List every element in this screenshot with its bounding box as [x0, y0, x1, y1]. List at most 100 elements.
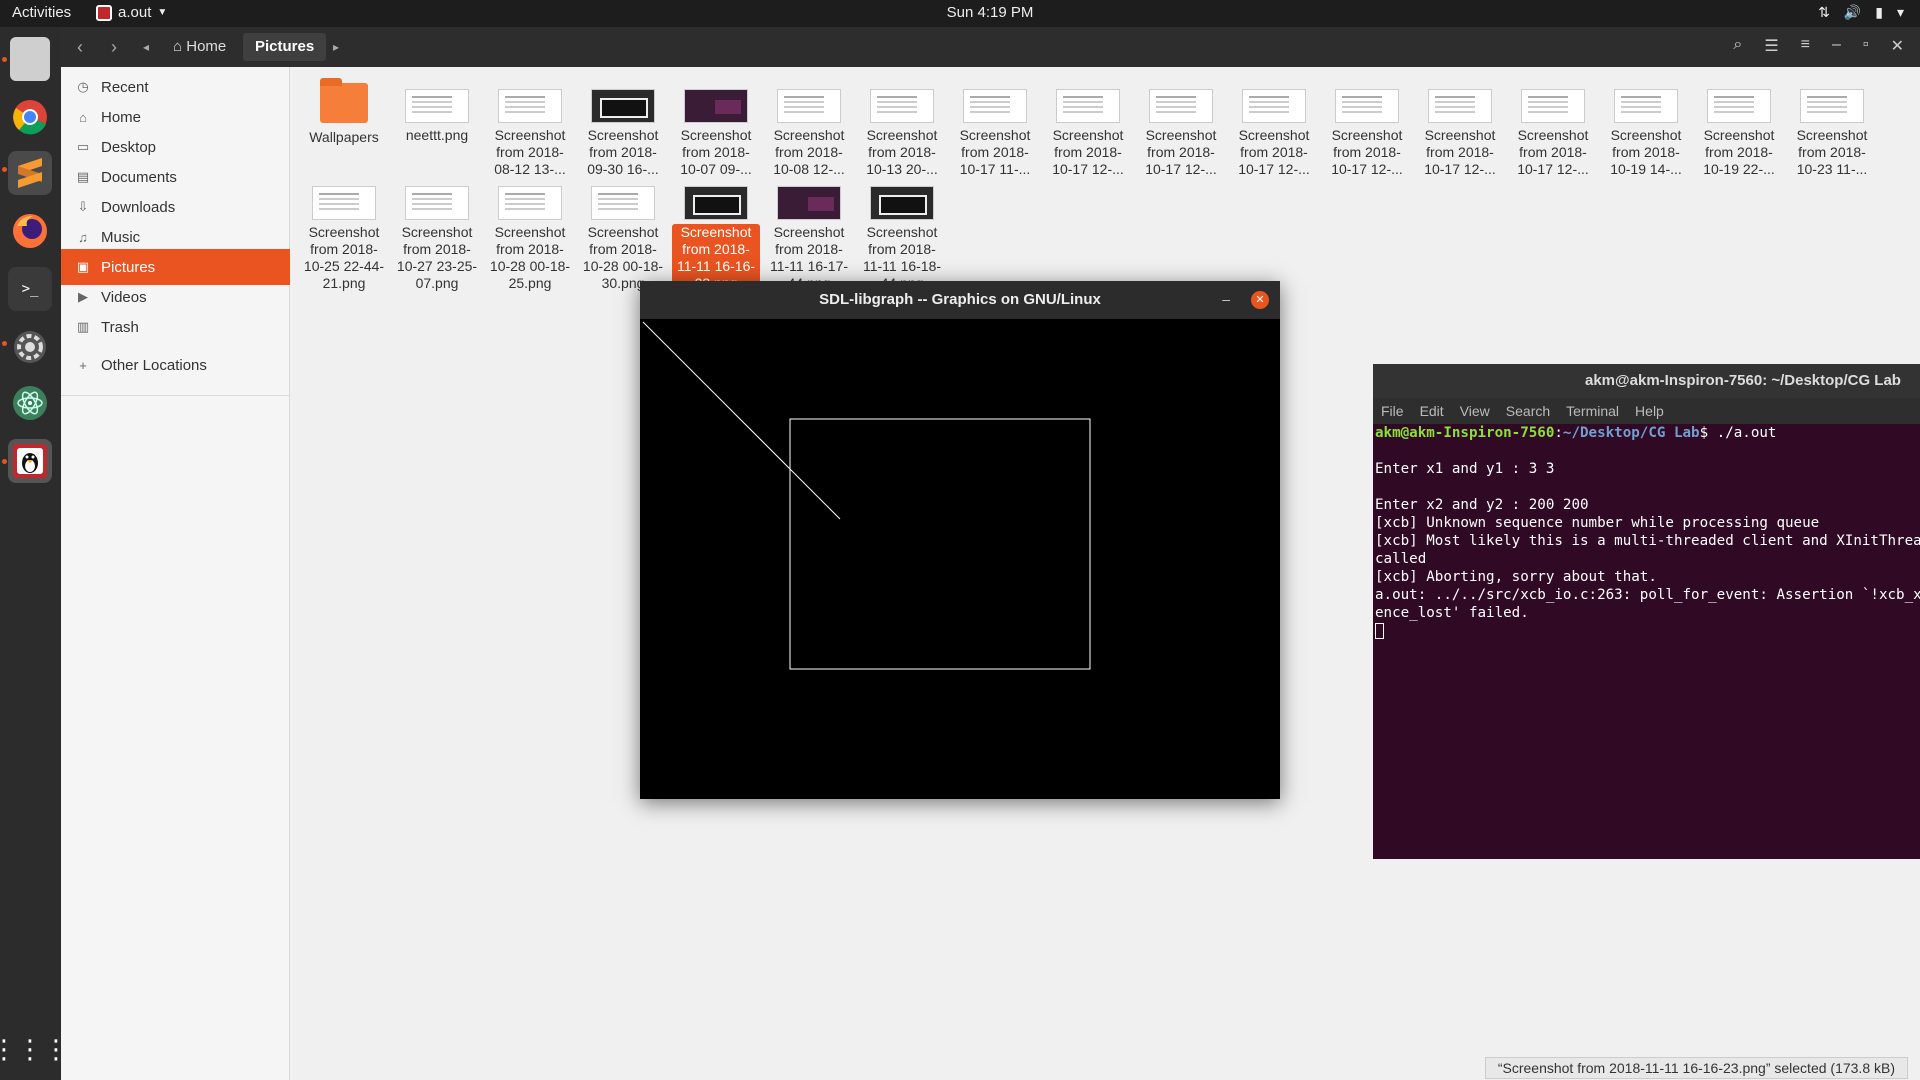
sidebar-item-trash[interactable]: ▥ Trash: [61, 309, 290, 345]
terminal-icon[interactable]: >_: [8, 267, 52, 311]
minimize-icon[interactable]: –: [1832, 36, 1841, 56]
files-app-icon[interactable]: [10, 37, 50, 81]
sidebar: ◷ Recent ⌂ Home ▭ Desktop ▤ Documents ⇩ Downloads…: [61, 67, 290, 1080]
battery-icon[interactable]: ▮: [1875, 4, 1883, 21]
image-thumbnail: [777, 89, 841, 123]
image-thumbnail: [498, 186, 562, 220]
clock[interactable]: Sun 4:19 PM: [0, 4, 1920, 21]
file-name: Screenshot from 2018-10-28 00-18-25.png: [489, 224, 571, 291]
documents-icon: ▤: [76, 169, 90, 184]
file-item[interactable]: Screenshot from 2018-10-17 12-...: [1509, 71, 1597, 178]
breadcrumb-right-icon[interactable]: ▸: [333, 40, 339, 54]
settings-icon[interactable]: [8, 325, 52, 369]
file-item[interactable]: Screenshot from 2018-11-11 16-16-23.png: [672, 168, 760, 292]
running-indicator: [2, 167, 7, 172]
terminal-menu-edit[interactable]: Edit: [1420, 403, 1444, 419]
file-item[interactable]: neettt.png: [393, 71, 481, 144]
file-item[interactable]: Screenshot from 2018-10-07 09-...: [672, 71, 760, 178]
file-item[interactable]: Screenshot from 2018-10-28 00-18-25.png: [486, 168, 574, 292]
firefox-icon[interactable]: [8, 209, 52, 253]
menu-icon[interactable]: ≡: [1801, 36, 1810, 56]
desktop-icon: ▭: [76, 139, 90, 154]
minimize-icon[interactable]: –: [1222, 291, 1230, 307]
system-tray[interactable]: ⇅ 🔊 ▮ ▾: [1818, 4, 1904, 21]
image-thumbnail: [498, 89, 562, 123]
file-item[interactable]: Screenshot from 2018-10-28 00-18-30.png: [579, 168, 667, 292]
image-thumbnail: [1707, 89, 1771, 123]
close-icon[interactable]: ✕: [1891, 36, 1904, 56]
terminal-output[interactable]: akm@akm-Inspiron-7560:~/Desktop/CG Lab$ …: [1375, 424, 1920, 640]
sidebar-item-label: Music: [101, 228, 141, 246]
file-name: Screenshot from 2018-10-23 11-...: [1796, 127, 1868, 177]
header-actions: ⌕ ☰ ≡ – ▫ ✕: [1733, 36, 1904, 56]
file-item[interactable]: Screenshot from 2018-10-23 11-...: [1788, 71, 1876, 178]
file-item[interactable]: Screenshot from 2018-10-17 12-...: [1416, 71, 1504, 178]
file-item[interactable]: Screenshot from 2018-09-30 16-...: [579, 71, 667, 178]
file-item[interactable]: Screenshot from 2018-10-08 12-...: [765, 71, 853, 178]
terminal-window[interactable]: akm@akm-Inspiron-7560: ~/Desktop/CG Lab …: [1373, 364, 1920, 859]
sidebar-item-label: Home: [101, 108, 142, 126]
terminal-menu-view[interactable]: View: [1460, 403, 1490, 419]
file-item[interactable]: Screenshot from 2018-10-19 22-...: [1695, 71, 1783, 178]
menu-caret-icon[interactable]: ▾: [1897, 4, 1904, 21]
terminal-menu-help[interactable]: Help: [1635, 403, 1664, 419]
folder-item[interactable]: Wallpapers: [300, 71, 388, 146]
terminal-menu-file[interactable]: File: [1381, 403, 1404, 419]
image-thumbnail: [312, 186, 376, 220]
terminal-menu-terminal[interactable]: Terminal: [1566, 403, 1619, 419]
back-icon[interactable]: ‹: [77, 37, 83, 58]
pictures-icon: ▣: [76, 259, 90, 274]
atom-icon[interactable]: [8, 381, 52, 425]
terminal-title[interactable]: akm@akm-Inspiron-7560: ~/Desktop/CG Lab: [1373, 364, 1920, 398]
file-name: Screenshot from 2018-10-17 12-...: [1145, 127, 1217, 177]
file-item[interactable]: Screenshot from 2018-10-17 12-...: [1230, 71, 1318, 178]
file-name: neettt.png: [405, 127, 469, 143]
sidebar-item-other-locations[interactable]: + Other Locations: [61, 347, 290, 383]
music-icon: ♫: [78, 229, 88, 245]
sdl-window[interactable]: SDL-libgraph -- Graphics on GNU/Linux – …: [640, 281, 1280, 799]
sublime-text-icon[interactable]: [8, 151, 52, 195]
maximize-icon[interactable]: ▫: [1863, 36, 1869, 56]
file-item[interactable]: Screenshot from 2018-10-17 12-...: [1137, 71, 1225, 178]
file-item[interactable]: Screenshot from 2018-10-17 12-...: [1044, 71, 1132, 178]
file-item[interactable]: Screenshot from 2018-10-13 20-...: [858, 71, 946, 178]
terminal-cursor: [1375, 623, 1384, 639]
breadcrumb-home[interactable]: ⌂ Home: [161, 33, 238, 61]
terminal-menu-search[interactable]: Search: [1506, 403, 1550, 419]
breadcrumb-pictures[interactable]: Pictures: [243, 33, 327, 61]
prompt-path: ~/Desktop/CG Lab: [1562, 425, 1700, 441]
sdl-window-title[interactable]: SDL-libgraph -- Graphics on GNU/Linux: [640, 281, 1280, 319]
image-thumbnail: [1335, 89, 1399, 123]
file-item[interactable]: Screenshot from 2018-10-17 12-...: [1323, 71, 1411, 178]
image-thumbnail: [591, 89, 655, 123]
file-name: Screenshot from 2018-10-19 22-...: [1703, 127, 1775, 177]
close-icon[interactable]: ✕: [1251, 291, 1269, 309]
graphics-canvas: [642, 321, 1091, 670]
chrome-icon[interactable]: [8, 95, 52, 139]
file-item[interactable]: Screenshot from 2018-11-11 16-17-44.png: [765, 168, 853, 292]
view-list-icon[interactable]: ☰: [1764, 36, 1778, 56]
show-applications-icon[interactable]: ⋮⋮⋮: [0, 1027, 69, 1071]
file-item[interactable]: Screenshot from 2018-11-11 16-18-44.png: [858, 168, 946, 292]
file-item[interactable]: Screenshot from 2018-10-27 23-25-07.png: [393, 168, 481, 292]
running-indicator: [2, 57, 7, 62]
plus-icon: +: [79, 357, 87, 373]
image-thumbnail: [1614, 89, 1678, 123]
file-item[interactable]: Screenshot from 2018-08-12 13-...: [486, 71, 574, 178]
image-thumbnail: [1521, 89, 1585, 123]
search-icon[interactable]: ⌕: [1733, 36, 1742, 56]
image-thumbnail: [777, 186, 841, 220]
breadcrumb-left-icon[interactable]: ◂: [143, 40, 149, 54]
file-item[interactable]: Screenshot from 2018-10-19 14-...: [1602, 71, 1690, 178]
running-indicator: [2, 459, 7, 464]
file-item[interactable]: Screenshot from 2018-10-17 11-...: [951, 71, 1039, 178]
tux-app-icon[interactable]: [8, 439, 52, 483]
forward-icon[interactable]: ›: [111, 37, 117, 58]
volume-icon[interactable]: 🔊: [1844, 4, 1861, 21]
file-name: Screenshot from 2018-10-17 12-...: [1517, 127, 1589, 177]
sidebar-item-label: Downloads: [101, 198, 176, 216]
network-icon[interactable]: ⇅: [1818, 4, 1830, 21]
image-thumbnail: [1428, 89, 1492, 123]
file-item[interactable]: Screenshot from 2018-10-25 22-44-21.png: [300, 168, 388, 292]
clock-icon: ◷: [77, 79, 89, 94]
